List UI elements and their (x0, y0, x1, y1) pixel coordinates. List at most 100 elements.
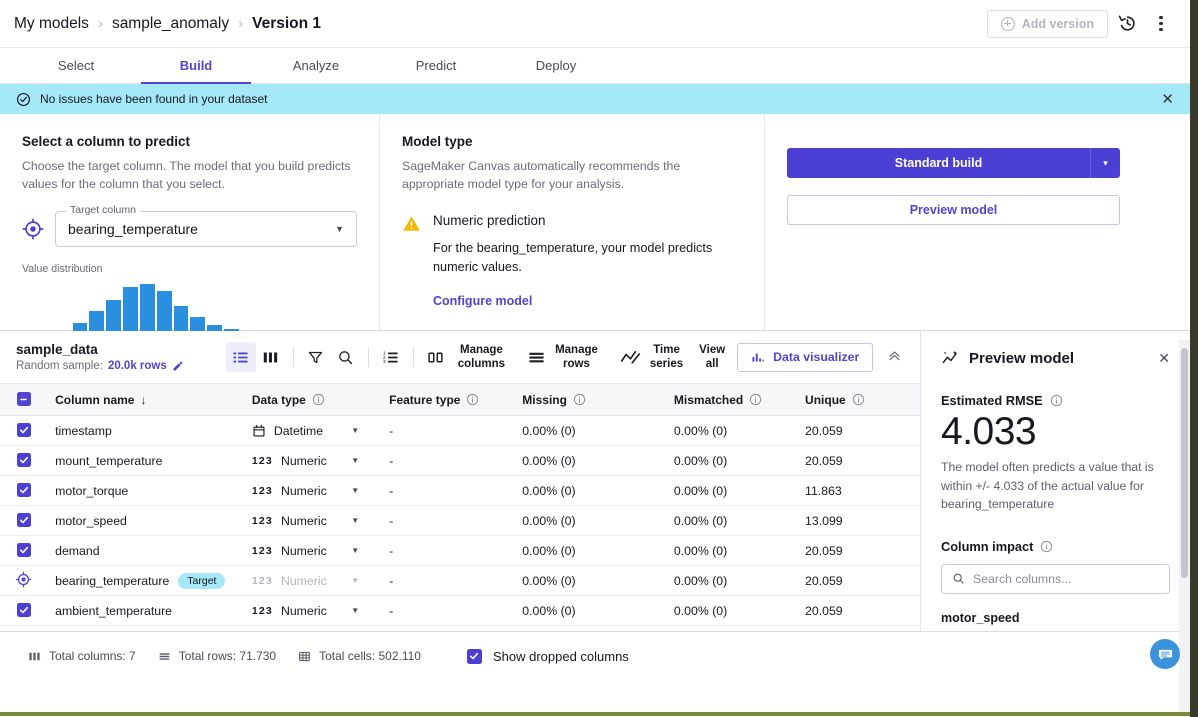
target-crosshair-icon[interactable] (15, 571, 32, 588)
sample-prefix: Random sample: (16, 360, 103, 372)
preview-model-button[interactable]: Preview model (787, 195, 1120, 225)
manage-rows-button[interactable]: Manage rows (555, 343, 598, 372)
tab-predict[interactable]: Predict (376, 48, 496, 83)
row-checkbox[interactable] (16, 423, 31, 437)
sample-rows[interactable]: 20.0k rows (108, 360, 167, 372)
row-checkbox[interactable] (16, 543, 31, 557)
ordered-list-icon-button[interactable]: 1 2 3 (376, 342, 406, 372)
info-icon[interactable] (749, 393, 762, 406)
chevron-down-icon[interactable]: ▼ (351, 456, 373, 465)
info-icon[interactable] (573, 393, 586, 406)
show-dropped-checkbox[interactable] (466, 648, 482, 664)
target-column-value: bearing_temperature (68, 220, 198, 237)
info-icon[interactable] (1040, 540, 1053, 553)
table-row[interactable]: motor_speed 123 Numeric ▼ -0.00% (0) 0.00% (0… (0, 505, 920, 536)
build-options-caret[interactable]: ▾ (1090, 148, 1120, 178)
prediction-type-label: Numeric prediction (433, 212, 546, 228)
row-checkbox[interactable] (16, 513, 31, 527)
data-type-cell[interactable]: 123 Numeric ▼ (243, 475, 382, 506)
breadcrumb-sample-anomaly[interactable]: sample_anomaly (112, 15, 229, 33)
filter-icon-button[interactable] (301, 342, 331, 372)
data-type-text: Numeric (280, 603, 327, 618)
select-all-header (0, 383, 48, 416)
row-select-cell[interactable] (0, 535, 48, 566)
vertical-scrollbar-thumb[interactable] (1181, 348, 1188, 578)
missing-cell: 0.00% (0) (514, 565, 666, 596)
manage-rows-group[interactable]: Manage rows (527, 343, 610, 372)
select-all-checkbox[interactable] (16, 392, 31, 407)
banner-close-icon[interactable]: ✕ (1161, 92, 1174, 107)
chevron-down-icon[interactable]: ▼ (351, 426, 373, 435)
row-checkbox[interactable] (16, 483, 31, 497)
manage-columns-button[interactable]: Manage columns (458, 343, 505, 372)
split-view-icon-button[interactable] (421, 342, 451, 372)
preview-close-icon[interactable]: ✕ (1158, 350, 1170, 367)
row-select-cell[interactable] (0, 475, 48, 506)
info-icon[interactable] (1050, 394, 1063, 407)
ordered-list-icon: 1 2 3 (383, 350, 398, 364)
target-column-select[interactable]: Target column bearing_temperature ▼ (55, 203, 357, 247)
table-row[interactable]: ambient_temperature 123 Numeric ▼ -0.00% (0)… (0, 595, 920, 626)
data-visualizer-button[interactable]: Data visualizer (737, 342, 874, 372)
info-icon[interactable] (312, 393, 325, 406)
data-type-cell[interactable]: 123 Numeric ▼ (243, 445, 382, 476)
pencil-icon[interactable] (172, 360, 184, 372)
row-select-cell[interactable] (0, 415, 48, 446)
breadcrumb-separator: › (238, 15, 244, 32)
collapse-panel-button[interactable] (887, 348, 902, 366)
total-columns-stat: Total columns: 7 (28, 649, 136, 663)
configure-model-link[interactable]: Configure model (433, 294, 742, 308)
chat-widget-button[interactable] (1150, 639, 1180, 669)
info-icon[interactable] (466, 393, 479, 406)
version-history-button[interactable] (1112, 9, 1142, 39)
tab-build[interactable]: Build (136, 48, 256, 84)
chevron-down-icon[interactable]: ▼ (351, 516, 373, 525)
table-row[interactable]: demand 123 Numeric ▼ -0.00% (0) 0.00% (0) 20.0… (0, 535, 920, 566)
row-select-cell[interactable] (0, 565, 48, 596)
warning-triangle-icon (403, 216, 420, 231)
standard-build-button[interactable]: Standard build ▾ (787, 148, 1120, 178)
row-select-cell[interactable] (0, 445, 48, 476)
chevron-down-icon[interactable]: ▼ (351, 576, 373, 585)
more-options-button[interactable] (1146, 9, 1176, 39)
view-all-button[interactable]: View all (699, 343, 725, 372)
chevron-down-icon[interactable]: ▼ (351, 606, 373, 615)
total-cells-stat: Total cells: 502.110 (298, 649, 421, 663)
data-type-cell[interactable]: 123 Numeric ▼ (243, 505, 382, 536)
tab-select[interactable]: Select (16, 48, 136, 83)
time-series-button[interactable]: Time series (650, 343, 683, 372)
missing-cell: 0.00% (0) (514, 505, 666, 536)
column-name-cell: demand (47, 535, 244, 566)
table-row[interactable]: timestamp Datetime ▼ -0.00% (0) 0.00% (0) 20.… (0, 415, 920, 446)
show-dropped-columns-toggle[interactable]: Show dropped columns (466, 648, 629, 664)
column-view-icon-button[interactable] (256, 342, 286, 372)
search-icon-button[interactable] (331, 342, 361, 372)
chevron-down-icon[interactable]: ▼ (351, 546, 373, 555)
data-type-cell[interactable]: 123 Numeric ▼ (243, 535, 382, 566)
row-select-cell[interactable] (0, 505, 48, 536)
data-type-cell[interactable]: 123 Numeric ▼ (243, 565, 382, 596)
row-select-cell[interactable] (0, 595, 48, 626)
horizontal-scrollbar[interactable] (0, 712, 1190, 716)
search-columns-input[interactable]: Search columns... (941, 563, 1170, 594)
chevron-down-icon[interactable]: ▼ (351, 486, 373, 495)
time-series-group[interactable]: Time series (620, 343, 695, 372)
data-type-cell[interactable]: Datetime ▼ (243, 415, 382, 446)
table-row[interactable]: bearing_temperature Target 123 Numeric ▼ -0.0… (0, 565, 920, 596)
add-version-button[interactable]: Add version (986, 9, 1108, 38)
table-row[interactable]: motor_torque 123 Numeric ▼ -0.00% (0) 0.00% (… (0, 475, 920, 506)
rows-icon (159, 652, 170, 660)
info-icon[interactable] (852, 393, 865, 406)
breadcrumb-my-models[interactable]: My models (14, 15, 89, 33)
tab-deploy[interactable]: Deploy (496, 48, 616, 83)
header-column-name[interactable]: Column name ↓ (47, 383, 244, 416)
unique-cell: 20.059 (797, 445, 920, 476)
tab-analyze[interactable]: Analyze (256, 48, 376, 83)
table-row[interactable]: mount_temperature 123 Numeric ▼ -0.00% (0) 0.… (0, 445, 920, 476)
row-checkbox[interactable] (16, 603, 31, 617)
view-all-label-1: View (699, 343, 726, 356)
data-type-cell[interactable]: 123 Numeric ▼ (243, 595, 382, 626)
mismatched-cell: 0.00% (0) (665, 445, 798, 476)
list-view-icon-button[interactable] (225, 342, 256, 372)
row-checkbox[interactable] (16, 453, 31, 467)
